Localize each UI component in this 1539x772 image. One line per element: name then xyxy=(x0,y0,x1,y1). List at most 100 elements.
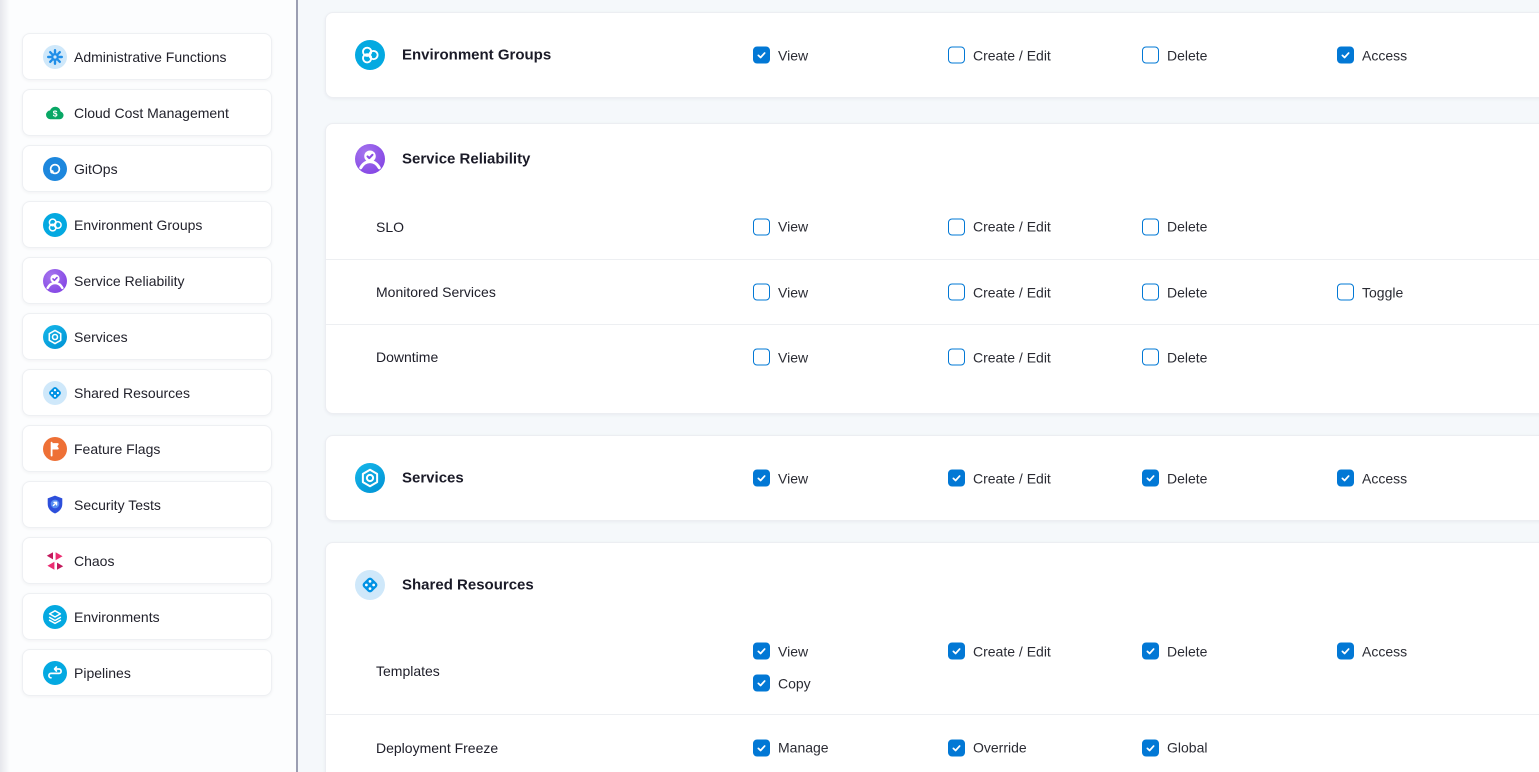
view-label: View xyxy=(778,284,808,300)
permission-view: View xyxy=(753,643,808,660)
create-edit-checkbox[interactable] xyxy=(948,643,965,660)
sidebar-item-label: Administrative Functions xyxy=(74,49,227,65)
resource-label: SLO xyxy=(376,219,404,235)
view-label: View xyxy=(778,643,808,659)
sidebar-item-label: Pipelines xyxy=(74,665,131,681)
delete-checkbox[interactable] xyxy=(1142,284,1159,301)
access-checkbox[interactable] xyxy=(1337,47,1354,64)
sidebar-item-feature-flags[interactable]: Feature Flags xyxy=(22,425,272,472)
create-edit-label: Create / Edit xyxy=(973,284,1051,300)
create-edit-label: Create / Edit xyxy=(973,219,1051,235)
override-label: Override xyxy=(973,740,1027,756)
view-checkbox[interactable] xyxy=(753,643,770,660)
sidebar-item-administrative-functions[interactable]: Administrative Functions xyxy=(22,33,272,80)
permission-view: View xyxy=(753,47,808,64)
permission-create-edit: Create / Edit xyxy=(948,470,1051,487)
sidebar-item-label: Feature Flags xyxy=(74,441,160,457)
sidebar-item-cloud-cost-management[interactable]: Cloud Cost Management xyxy=(22,89,272,136)
access-checkbox[interactable] xyxy=(1337,470,1354,487)
create-edit-label: Create / Edit xyxy=(973,470,1051,486)
chaos-icon xyxy=(43,549,67,573)
resource-row-deployment-freeze: Deployment Freeze Manage Override Global xyxy=(326,714,1539,772)
services-icon xyxy=(43,325,67,349)
sidebar-item-label: Security Tests xyxy=(74,497,161,513)
environments-icon xyxy=(43,605,67,629)
access-label: Access xyxy=(1362,47,1407,63)
global-checkbox[interactable] xyxy=(1142,739,1159,756)
permission-create-edit: Create / Edit xyxy=(948,643,1051,660)
resource-row-monitored-services: Monitored Services View Create / Edit De… xyxy=(326,259,1539,324)
create-edit-checkbox[interactable] xyxy=(948,284,965,301)
sidebar-item-gitops[interactable]: GitOps xyxy=(22,145,272,192)
permission-create-edit: Create / Edit xyxy=(948,47,1051,64)
permission-global: Global xyxy=(1142,739,1207,756)
card-title: Services xyxy=(402,470,464,487)
copy-label: Copy xyxy=(778,675,811,691)
permission-create-edit: Create / Edit xyxy=(948,284,1051,301)
permission-card-shared-resources: Shared Resources Templates View Create /… xyxy=(325,542,1539,772)
view-checkbox[interactable] xyxy=(753,47,770,64)
access-checkbox[interactable] xyxy=(1337,643,1354,660)
toggle-checkbox[interactable] xyxy=(1337,284,1354,301)
resource-label: Deployment Freeze xyxy=(376,740,498,756)
permission-toggle: Toggle xyxy=(1337,284,1403,301)
delete-checkbox[interactable] xyxy=(1142,47,1159,64)
create-edit-label: Create / Edit xyxy=(973,349,1051,365)
permission-delete: Delete xyxy=(1142,643,1207,660)
sidebar-item-services[interactable]: Services xyxy=(22,313,272,360)
permission-copy: Copy xyxy=(753,675,811,692)
copy-checkbox[interactable] xyxy=(753,675,770,692)
sidebar-item-service-reliability[interactable]: Service Reliability xyxy=(22,257,272,304)
view-checkbox[interactable] xyxy=(753,218,770,235)
create-edit-checkbox[interactable] xyxy=(948,349,965,366)
delete-checkbox[interactable] xyxy=(1142,218,1159,235)
create-edit-checkbox[interactable] xyxy=(948,218,965,235)
access-label: Access xyxy=(1362,470,1407,486)
global-label: Global xyxy=(1167,740,1207,756)
permission-create-edit: Create / Edit xyxy=(948,349,1051,366)
sidebar-item-label: Shared Resources xyxy=(74,385,190,401)
card-title: Environment Groups xyxy=(402,47,551,64)
sidebar-item-security-tests[interactable]: Security Tests xyxy=(22,481,272,528)
view-checkbox[interactable] xyxy=(753,349,770,366)
permission-card-environment-groups: Environment Groups View Create / Edit De… xyxy=(325,12,1539,98)
view-label: View xyxy=(778,47,808,63)
pipelines-icon xyxy=(43,661,67,685)
override-checkbox[interactable] xyxy=(948,739,965,756)
environment-groups-icon xyxy=(355,40,385,70)
resource-label: Monitored Services xyxy=(376,284,496,300)
view-checkbox[interactable] xyxy=(753,284,770,301)
permission-override: Override xyxy=(948,739,1027,756)
create-edit-checkbox[interactable] xyxy=(948,470,965,487)
create-edit-checkbox[interactable] xyxy=(948,47,965,64)
sidebar-item-environment-groups[interactable]: Environment Groups xyxy=(22,201,272,248)
delete-checkbox[interactable] xyxy=(1142,643,1159,660)
cloud-dollar-icon xyxy=(43,101,67,125)
permission-delete: Delete xyxy=(1142,470,1207,487)
sidebar-item-chaos[interactable]: Chaos xyxy=(22,537,272,584)
delete-checkbox[interactable] xyxy=(1142,349,1159,366)
permissions-panel: Environment Groups View Create / Edit De… xyxy=(297,0,1539,772)
manage-label: Manage xyxy=(778,740,829,756)
panel-resize-handle[interactable] xyxy=(296,0,298,772)
delete-label: Delete xyxy=(1167,470,1207,486)
sidebar-item-label: Cloud Cost Management xyxy=(74,105,229,121)
sidebar-item-shared-resources[interactable]: Shared Resources xyxy=(22,369,272,416)
manage-checkbox[interactable] xyxy=(753,739,770,756)
sidebar-item-pipelines[interactable]: Pipelines xyxy=(22,649,272,696)
sidebar-item-label: Environments xyxy=(74,609,160,625)
view-checkbox[interactable] xyxy=(753,470,770,487)
sidebar-item-environments[interactable]: Environments xyxy=(22,593,272,640)
delete-checkbox[interactable] xyxy=(1142,470,1159,487)
sidebar-item-label: GitOps xyxy=(74,161,118,177)
sidebar-item-label: Service Reliability xyxy=(74,273,184,289)
resource-label: Downtime xyxy=(376,349,438,365)
create-edit-label: Create / Edit xyxy=(973,643,1051,659)
permission-card-services: Services View Create / Edit Delete Acces… xyxy=(325,435,1539,521)
feature-flag-icon xyxy=(43,437,67,461)
permission-view: View xyxy=(753,349,808,366)
card-title: Service Reliability xyxy=(402,151,530,168)
view-label: View xyxy=(778,219,808,235)
resource-row-slo: SLO View Create / Edit Delete xyxy=(326,194,1539,259)
resource-type-sidebar: Administrative Functions Cloud Cost Mana… xyxy=(0,0,297,772)
